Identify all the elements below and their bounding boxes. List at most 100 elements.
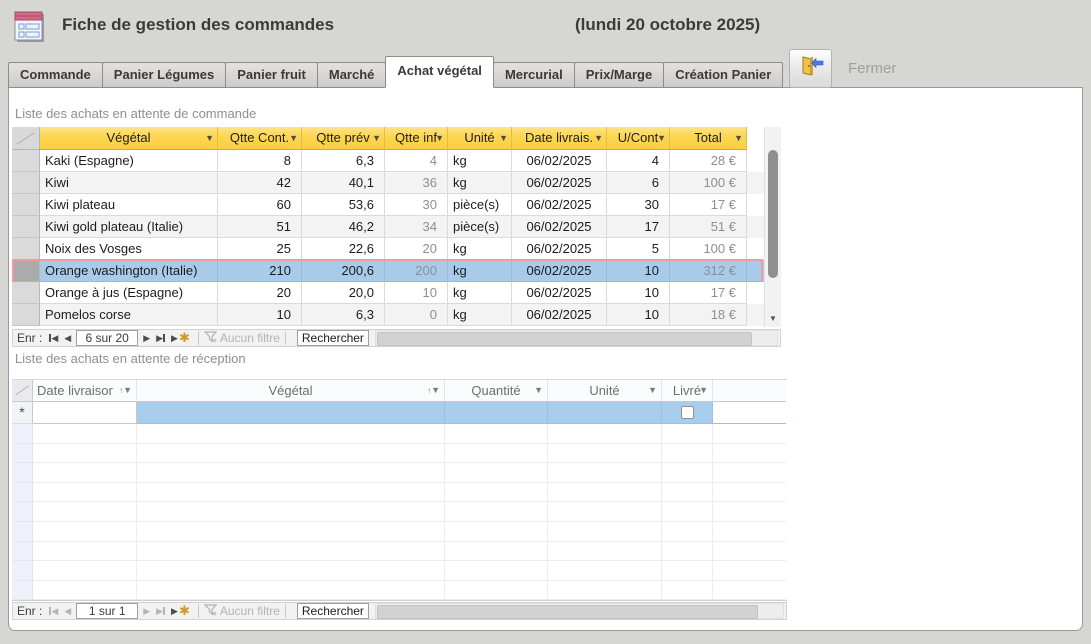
cell-vegetal[interactable]: [137, 402, 445, 424]
select-all-corner[interactable]: [12, 127, 40, 150]
cell-u-cont[interactable]: 4: [607, 150, 670, 172]
column-header-qtte-inf[interactable]: Qtte inf▼: [385, 127, 448, 150]
scrollbar-thumb[interactable]: [768, 150, 778, 278]
row-selector[interactable]: [12, 150, 40, 172]
tab-mercurial[interactable]: Mercurial: [493, 62, 575, 88]
cell-u-cont[interactable]: 10: [607, 260, 670, 282]
row-selector[interactable]: [12, 304, 40, 326]
cell-qtte-prev[interactable]: 6,3: [302, 304, 385, 326]
cell-unite[interactable]: [548, 402, 662, 424]
cell-unite[interactable]: kg: [448, 260, 512, 282]
cell-date-livrais[interactable]: 06/02/2025: [512, 260, 607, 282]
cell-date-livrais[interactable]: 06/02/2025: [512, 238, 607, 260]
new-record-row[interactable]: *: [12, 402, 787, 424]
cell-total[interactable]: 17 €: [670, 194, 747, 216]
column-header-vegetal[interactable]: Végétal▼: [40, 127, 218, 150]
column-dropdown-icon[interactable]: ▼: [534, 380, 543, 401]
row-selector[interactable]: [12, 238, 40, 260]
row-selector[interactable]: [12, 216, 40, 238]
column-header-date-livrais[interactable]: Date livrais.▼: [512, 127, 607, 150]
next-record-button[interactable]: ▶: [140, 606, 153, 617]
previous-record-button[interactable]: ◀: [61, 606, 74, 617]
column-header-date-livraison[interactable]: Date livraisor↑▼: [33, 380, 137, 402]
table-row[interactable]: Kaki (Espagne)86,34kg06/02/2025428 €: [12, 150, 781, 172]
cell-vegetal[interactable]: Kiwi plateau: [40, 194, 218, 216]
column-dropdown-icon[interactable]: ▼: [594, 127, 603, 149]
cell-qtte-cont[interactable]: 60: [218, 194, 302, 216]
cell-qtte-inf[interactable]: 10: [385, 282, 448, 304]
cell-qtte-inf[interactable]: 36: [385, 172, 448, 194]
new-record-button[interactable]: ▶✱: [168, 606, 193, 617]
cell-unite[interactable]: kg: [448, 150, 512, 172]
table-row-selected[interactable]: Orange washington (Italie)210200,6200kg0…: [12, 260, 781, 282]
cell-unite[interactable]: kg: [448, 238, 512, 260]
row-selector[interactable]: [12, 282, 40, 304]
cell-qtte-prev[interactable]: 40,1: [302, 172, 385, 194]
cell-total[interactable]: 17 €: [670, 282, 747, 304]
table-row[interactable]: Kiwi4240,136kg06/02/20256100 €: [12, 172, 781, 194]
column-dropdown-icon[interactable]: ▼: [435, 127, 444, 149]
cell-vegetal[interactable]: Kiwi gold plateau (Italie): [40, 216, 218, 238]
cell-qtte-prev[interactable]: 22,6: [302, 238, 385, 260]
cell-qtte-prev[interactable]: 46,2: [302, 216, 385, 238]
cell-qtte-cont[interactable]: 25: [218, 238, 302, 260]
new-record-selector[interactable]: *: [12, 402, 33, 424]
cell-qtte-inf[interactable]: 20: [385, 238, 448, 260]
cell-date-livrais[interactable]: 06/02/2025: [512, 216, 607, 238]
cell-qtte-inf[interactable]: 4: [385, 150, 448, 172]
cell-qtte-prev[interactable]: 53,6: [302, 194, 385, 216]
tab-panier-fruit[interactable]: Panier fruit: [225, 62, 318, 88]
tab-prix-marge[interactable]: Prix/Marge: [574, 62, 664, 88]
column-header-qtte-prev[interactable]: Qtte prév▼: [302, 127, 385, 150]
cell-date-livraison[interactable]: [33, 402, 137, 424]
close-button[interactable]: [789, 49, 832, 88]
new-record-button[interactable]: ▶✱: [168, 333, 193, 344]
orders-horizontal-scrollbar[interactable]: [375, 330, 778, 346]
cell-vegetal[interactable]: Orange washington (Italie): [40, 260, 218, 282]
cell-livre[interactable]: [662, 402, 713, 424]
cell-date-livrais[interactable]: 06/02/2025: [512, 172, 607, 194]
column-dropdown-icon[interactable]: ▼: [734, 127, 743, 149]
sort-dropdown-icon[interactable]: ↑▼: [119, 380, 132, 401]
cell-qtte-inf[interactable]: 200: [385, 260, 448, 282]
cell-qtte-prev[interactable]: 20,0: [302, 282, 385, 304]
cell-qtte-cont[interactable]: 42: [218, 172, 302, 194]
column-header-livre[interactable]: Livré▼: [662, 380, 713, 402]
next-record-button[interactable]: ▶: [140, 333, 153, 344]
cell-u-cont[interactable]: 10: [607, 304, 670, 326]
row-selector[interactable]: [12, 260, 40, 282]
cell-unite[interactable]: kg: [448, 172, 512, 194]
cell-u-cont[interactable]: 30: [607, 194, 670, 216]
record-position-box[interactable]: 1 sur 1: [76, 603, 138, 619]
cell-date-livrais[interactable]: 06/02/2025: [512, 282, 607, 304]
cell-qtte-cont[interactable]: 8: [218, 150, 302, 172]
previous-record-button[interactable]: ◀: [61, 333, 74, 344]
cell-qtte-inf[interactable]: 34: [385, 216, 448, 238]
scrollbar-thumb[interactable]: [377, 605, 758, 619]
last-record-button[interactable]: ▶: [153, 606, 168, 617]
scrollbar-down-arrow[interactable]: ▼: [765, 311, 781, 327]
cell-unite[interactable]: pièce(s): [448, 194, 512, 216]
cell-vegetal[interactable]: Kiwi: [40, 172, 218, 194]
cell-qtte-cont[interactable]: 20: [218, 282, 302, 304]
column-header-quantite[interactable]: Quantité▼: [445, 380, 548, 402]
cell-u-cont[interactable]: 17: [607, 216, 670, 238]
first-record-button[interactable]: ◀: [46, 333, 61, 344]
cell-date-livrais[interactable]: 06/02/2025: [512, 304, 607, 326]
cell-date-livrais[interactable]: 06/02/2025: [512, 194, 607, 216]
livre-checkbox[interactable]: [681, 406, 694, 419]
column-dropdown-icon[interactable]: ▼: [499, 127, 508, 149]
cell-quantite[interactable]: [445, 402, 548, 424]
last-record-button[interactable]: ▶: [153, 333, 168, 344]
table-row[interactable]: Kiwi plateau6053,630pièce(s)06/02/202530…: [12, 194, 781, 216]
cell-total[interactable]: 312 €: [670, 260, 747, 282]
reception-horizontal-scrollbar[interactable]: [375, 603, 784, 619]
cell-unite[interactable]: pièce(s): [448, 216, 512, 238]
column-header-qtte-cont[interactable]: Qtte Cont.▼: [218, 127, 302, 150]
cell-qtte-prev[interactable]: 200,6: [302, 260, 385, 282]
search-input[interactable]: Rechercher: [297, 330, 369, 346]
sort-dropdown-icon[interactable]: ↑▼: [427, 380, 440, 401]
table-row[interactable]: Pomelos corse106,30kg06/02/20251018 €: [12, 304, 781, 326]
cell-total[interactable]: 28 €: [670, 150, 747, 172]
column-header-total[interactable]: Total▼: [670, 127, 747, 150]
